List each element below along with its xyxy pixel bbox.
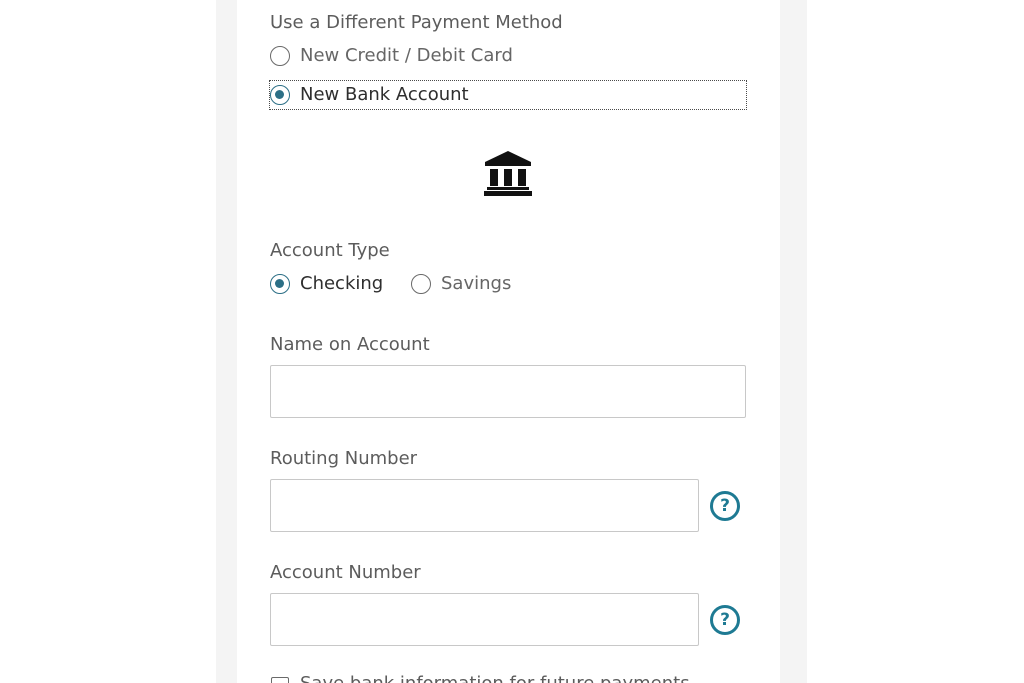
radio-option-savings[interactable]: Savings <box>411 273 511 295</box>
radio-option-checking[interactable]: Checking <box>270 273 383 295</box>
routing-number-help-icon[interactable]: ? <box>710 491 740 521</box>
radio-unchecked-icon[interactable] <box>270 46 290 66</box>
radio-checked-icon[interactable] <box>270 85 290 105</box>
bank-building-icon <box>484 151 532 196</box>
radio-label-credit-card: New Credit / Debit Card <box>300 45 513 66</box>
radio-label-bank-account: New Bank Account <box>300 84 469 105</box>
radio-label-checking: Checking <box>300 273 384 294</box>
radio-option-bank-account[interactable]: New Bank Account <box>269 80 747 110</box>
radio-checked-icon[interactable] <box>270 274 290 294</box>
radio-label-savings: Savings <box>441 273 512 294</box>
payment-method-heading: Use a Different Payment Method <box>270 12 563 33</box>
name-on-account-input[interactable] <box>270 365 746 418</box>
radio-unchecked-icon[interactable] <box>411 274 431 294</box>
routing-number-input[interactable] <box>270 479 699 532</box>
save-info-label: Save bank information for future payment… <box>300 673 690 683</box>
routing-number-label: Routing Number <box>270 448 418 469</box>
account-number-input[interactable] <box>270 593 699 646</box>
account-type-heading: Account Type <box>270 240 390 261</box>
radio-option-credit-card[interactable]: New Credit / Debit Card <box>270 45 513 67</box>
name-on-account-label: Name on Account <box>270 334 430 355</box>
account-number-help-icon[interactable]: ? <box>710 605 740 635</box>
page: Use a Different Payment Method New Credi… <box>0 0 1024 683</box>
account-number-label: Account Number <box>270 562 421 583</box>
save-info-checkbox[interactable] <box>271 677 289 683</box>
